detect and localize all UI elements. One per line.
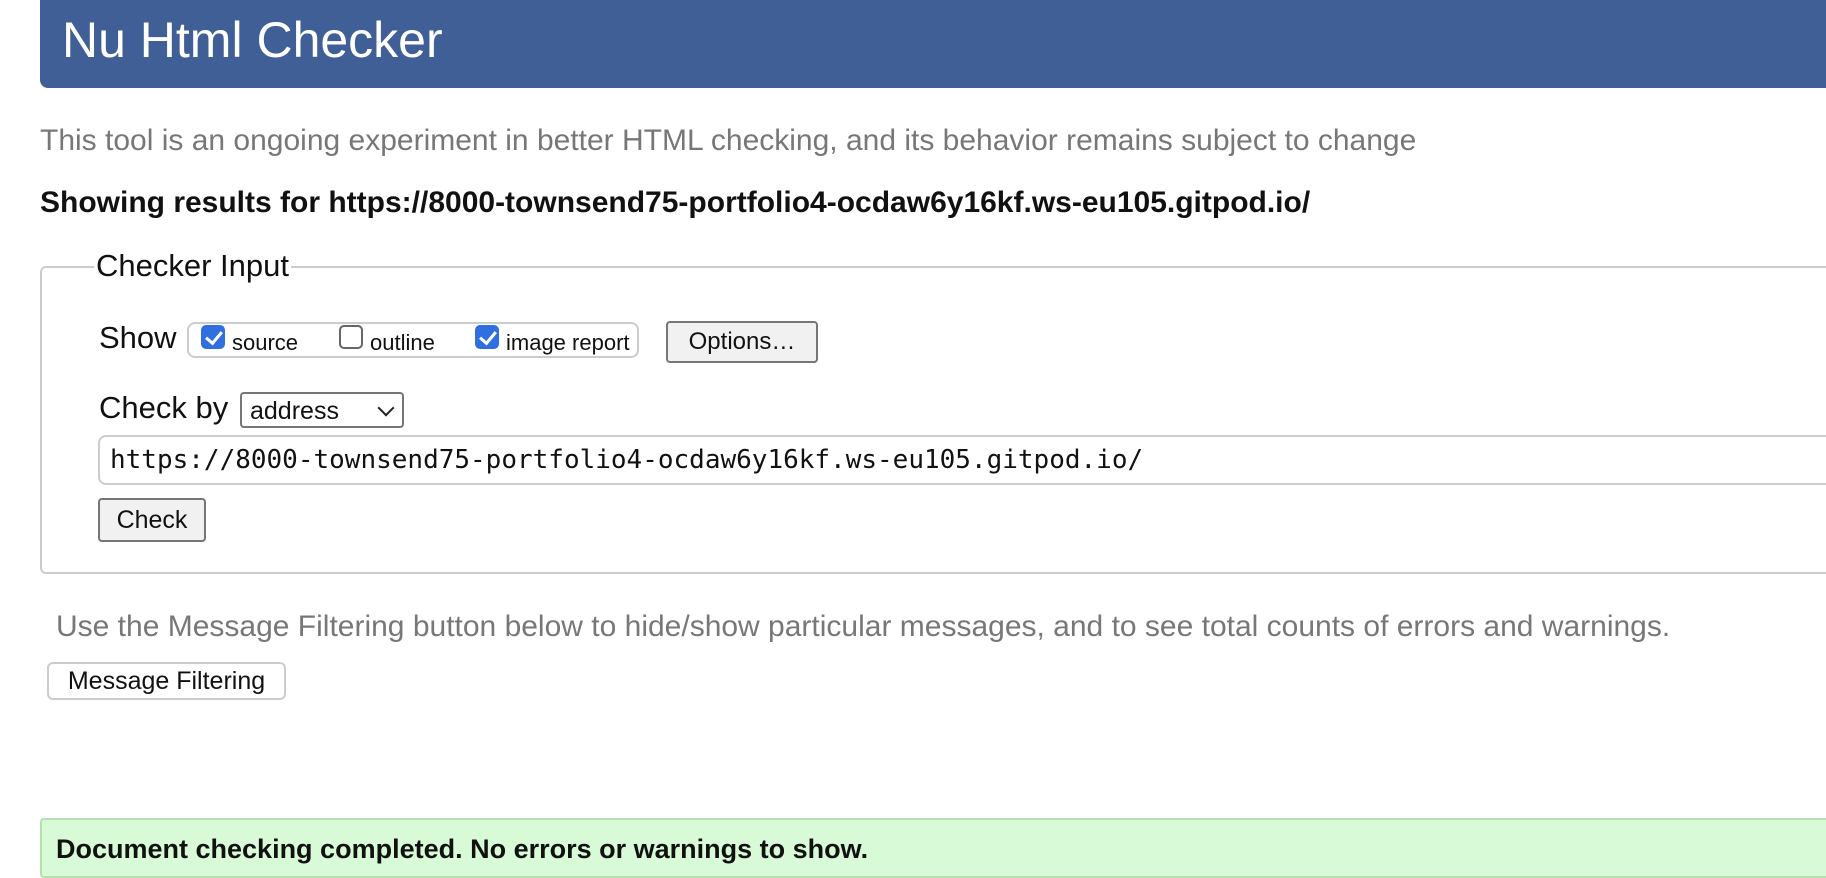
message-filtering-button[interactable]: Message Filtering (47, 662, 286, 700)
source-checkbox[interactable] (201, 325, 225, 349)
tool-tagline: This tool is an ongoing experiment in be… (40, 124, 1417, 157)
show-options-group: source outline image report (187, 322, 639, 358)
success-message: Document checking completed. No errors o… (56, 834, 869, 864)
check-button[interactable]: Check (98, 498, 206, 542)
outline-checkbox[interactable] (339, 325, 363, 349)
url-input-value: https://8000-townsend75-portfolio4-ocdaw… (110, 445, 1144, 475)
check-by-selected-value: address (250, 397, 339, 425)
results-for-heading: Showing results for https://8000-townsen… (40, 186, 1311, 219)
source-checkbox-label: source (232, 330, 299, 355)
outline-checkbox-label: outline (370, 330, 435, 355)
success-message-box: Document checking completed. No errors o… (40, 818, 1826, 878)
message-filtering-hint: Use the Message Filtering button below t… (56, 610, 1671, 643)
show-label: Show (99, 320, 177, 355)
check-by-label: Check by (99, 390, 229, 425)
check-by-select[interactable]: address (240, 392, 404, 428)
options-button[interactable]: Options… (666, 321, 818, 363)
page-header: Nu Html Checker (40, 0, 1826, 88)
page-title: Nu Html Checker (62, 12, 443, 68)
checker-input-legend: Checker Input (94, 248, 291, 284)
url-input[interactable]: https://8000-townsend75-portfolio4-ocdaw… (98, 435, 1826, 485)
checker-input-fieldset: Checker Input Show source outline image … (40, 248, 1826, 574)
chevron-down-icon (377, 399, 395, 417)
image-report-checkbox-label: image report (506, 330, 630, 355)
image-report-checkbox[interactable] (475, 325, 499, 349)
